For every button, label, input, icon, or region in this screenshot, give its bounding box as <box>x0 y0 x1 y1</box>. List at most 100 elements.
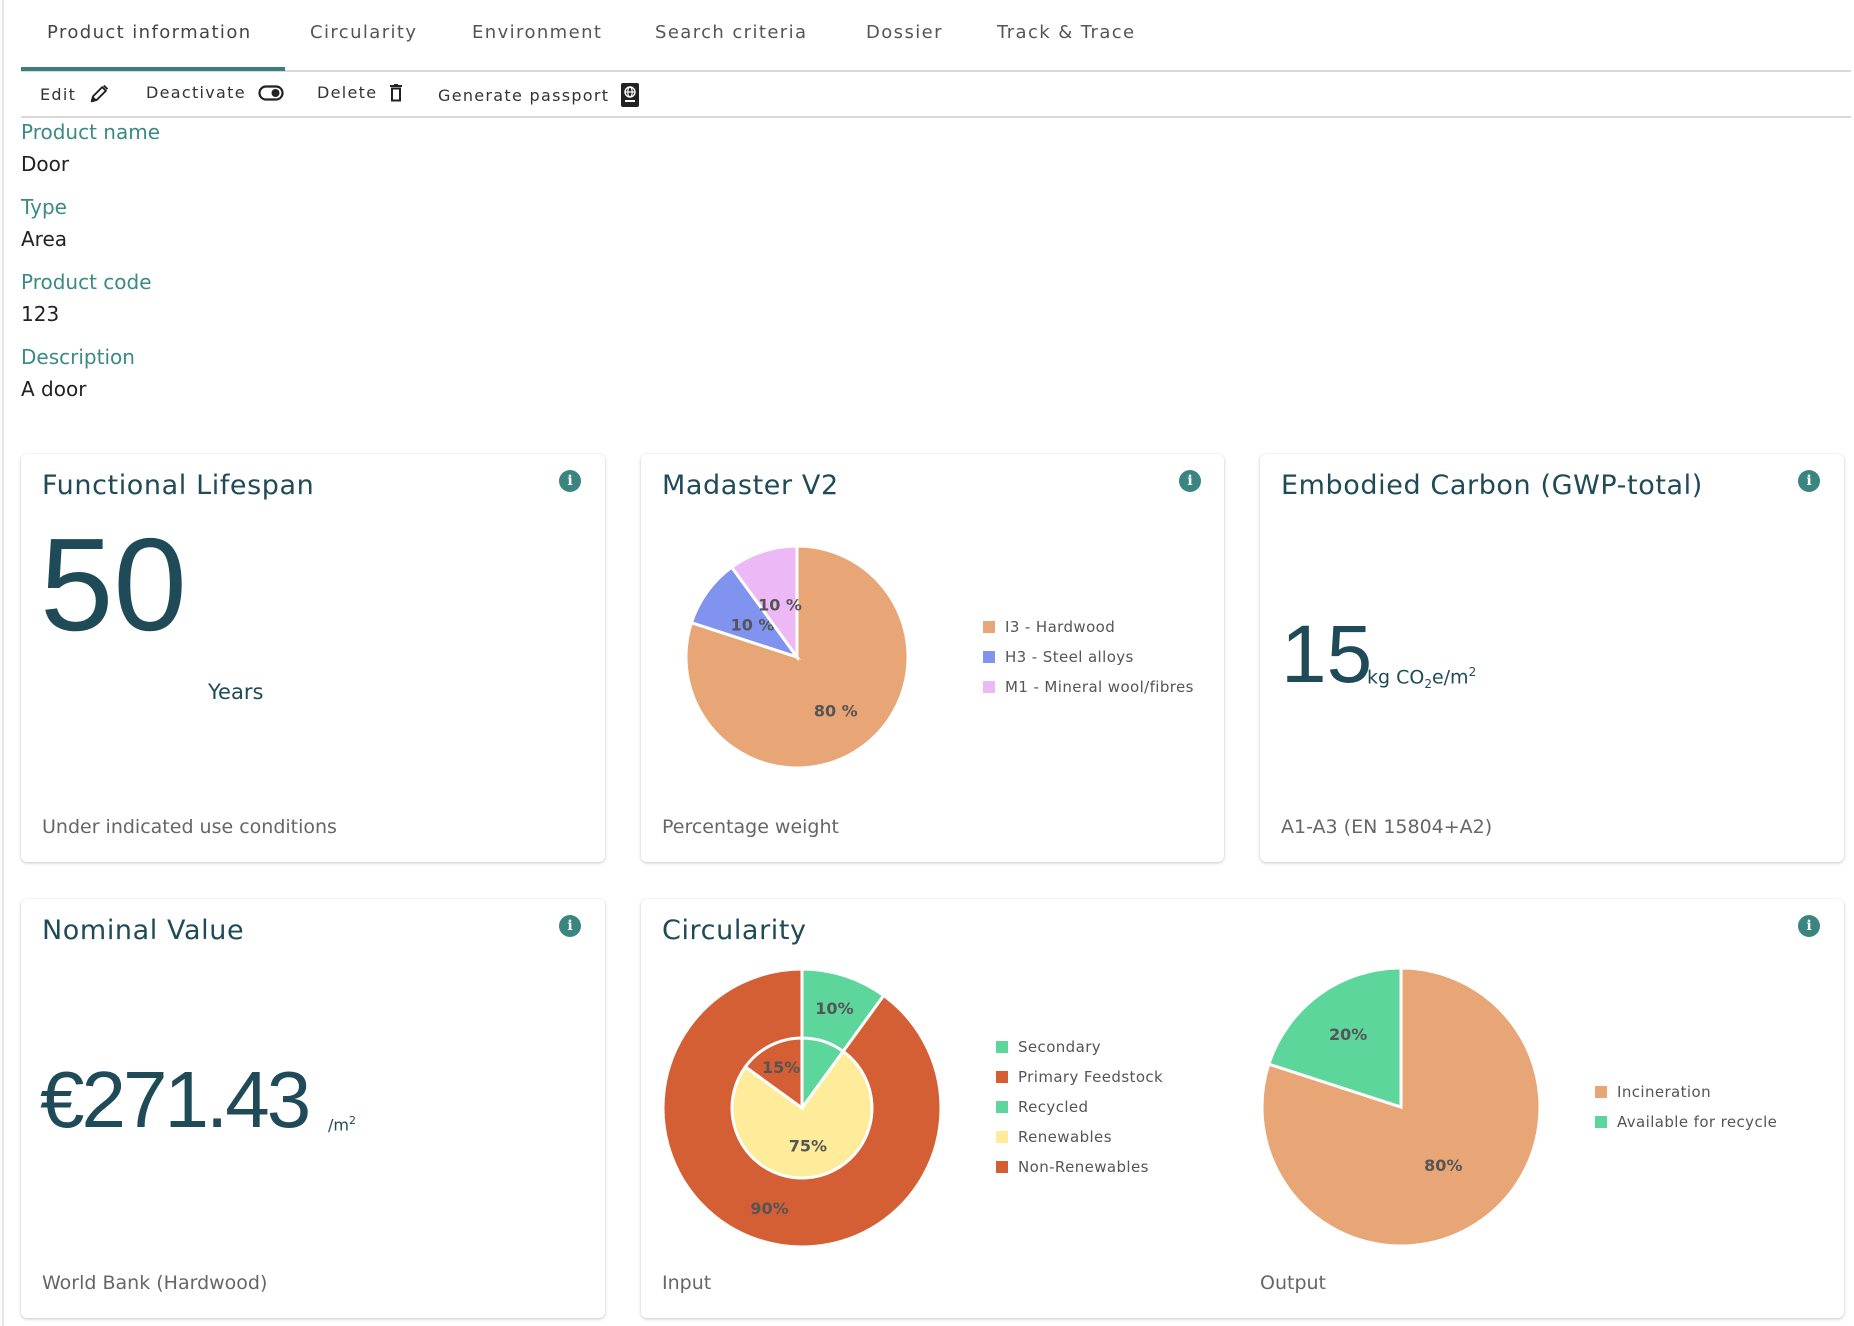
generate-passport-button[interactable]: Generate passport <box>438 83 640 107</box>
card-footer: A1-A3 (EN 15804+A2) <box>1281 816 1493 838</box>
legend-label: M1 - Mineral wool/fibres <box>1005 678 1194 696</box>
tab-environment[interactable]: Environment <box>472 22 602 43</box>
input-footer: Input <box>662 1272 712 1294</box>
input-outer-data-label: 10% <box>815 999 853 1018</box>
card-title: Circularity <box>662 915 807 946</box>
output-footer: Output <box>1260 1272 1326 1294</box>
active-tab-indicator <box>21 67 285 71</box>
legend-item-renewables: Renewables <box>996 1122 1163 1152</box>
legend-item-recycled: Recycled <box>996 1092 1163 1122</box>
product-name-label: Product name <box>21 120 161 144</box>
card-footer: World Bank (Hardwood) <box>42 1272 268 1294</box>
type-value: Area <box>21 227 68 251</box>
input-inner-data-label: 75% <box>789 1137 827 1156</box>
madaster-pie-chart: 80 %10 %10 % <box>684 544 910 770</box>
delete-label: Delete <box>317 83 378 102</box>
deactivate-button[interactable]: Deactivate <box>146 83 284 102</box>
card-footer: Percentage weight <box>662 816 839 838</box>
output-data-label: 20% <box>1329 1025 1367 1044</box>
legend-swatch <box>996 1041 1008 1053</box>
card-title: Madaster V2 <box>662 470 839 501</box>
circularity-card: Circularity i 10% 90% 75% 15% Secondary Pri… <box>641 899 1844 1318</box>
legend-label: Primary Feedstock <box>1018 1068 1164 1086</box>
legend-swatch <box>996 1131 1008 1143</box>
tab-dossier[interactable]: Dossier <box>866 22 943 43</box>
legend-label: Renewables <box>1018 1128 1112 1146</box>
card-footer: Under indicated use conditions <box>42 816 337 838</box>
circularity-input-chart: 10% 90% 75% 15% <box>661 967 943 1249</box>
tab-bar: Product information Circularity Environm… <box>21 0 1851 72</box>
circularity-output-chart: 80% 20% <box>1260 966 1542 1248</box>
passport-icon <box>621 83 640 107</box>
info-icon[interactable]: i <box>1798 915 1820 937</box>
output-data-label: 80% <box>1424 1156 1462 1175</box>
tab-track-trace[interactable]: Track & Trace <box>997 22 1136 43</box>
input-inner-data-label: 15% <box>762 1058 800 1077</box>
tab-search-criteria[interactable]: Search criteria <box>655 22 807 43</box>
legend-swatch <box>983 681 995 693</box>
unit-text: kg CO <box>1367 666 1425 689</box>
lifespan-unit: Years <box>208 680 264 704</box>
carbon-unit: kg CO2e/m2 <box>1367 665 1476 691</box>
carbon-value: 15 <box>1281 609 1373 700</box>
description-value: A door <box>21 377 87 401</box>
delete-button[interactable]: Delete <box>317 83 403 102</box>
legend-label: H3 - Steel alloys <box>1005 648 1134 666</box>
left-border <box>2 0 4 1326</box>
legend-swatch <box>1595 1116 1607 1128</box>
nominal-value-card: Nominal Value i €271.43 /m2 World Bank (… <box>21 899 605 1318</box>
info-icon[interactable]: i <box>1798 470 1820 492</box>
product-code-label: Product code <box>21 270 152 294</box>
input-outer-data-label: 90% <box>750 1199 788 1218</box>
legend-item-available-for-recycle: Available for recycle <box>1595 1107 1777 1137</box>
legend-item-incineration: Incineration <box>1595 1077 1777 1107</box>
legend-swatch <box>983 621 995 633</box>
legend-swatch <box>983 651 995 663</box>
functional-lifespan-card: Functional Lifespan i 50 Years Under ind… <box>21 454 605 862</box>
legend-label: Available for recycle <box>1617 1113 1778 1131</box>
legend-swatch <box>996 1161 1008 1173</box>
pencil-icon <box>88 83 110 105</box>
card-title: Nominal Value <box>42 915 245 946</box>
edit-button[interactable]: Edit <box>40 83 110 105</box>
tab-product-information[interactable]: Product information <box>47 22 252 43</box>
lifespan-value: 50 <box>40 511 187 658</box>
generate-passport-label: Generate passport <box>438 85 610 105</box>
legend-item-secondary: Secondary <box>996 1032 1163 1062</box>
toggle-icon <box>258 84 284 101</box>
legend-label: Non-Renewables <box>1018 1158 1149 1176</box>
legend-swatch <box>996 1101 1008 1113</box>
type-label: Type <box>21 195 67 219</box>
legend-swatch <box>1595 1086 1607 1098</box>
nominal-unit: /m2 <box>328 1114 356 1134</box>
legend-item-mineral-wool: M1 - Mineral wool/fibres <box>983 672 1194 702</box>
unit-text: /m <box>328 1115 349 1135</box>
trash-icon <box>389 83 403 102</box>
unit-sub: 2 <box>1424 677 1432 692</box>
info-icon[interactable]: i <box>1179 470 1201 492</box>
circularity-input-legend: Secondary Primary Feedstock Recycled Ren… <box>996 1032 1163 1182</box>
legend-label: Secondary <box>1018 1038 1102 1056</box>
legend-item-hardwood: I3 - Hardwood <box>983 612 1194 642</box>
legend-item-primary-feedstock: Primary Feedstock <box>996 1062 1163 1092</box>
card-title: Embodied Carbon (GWP-total) <box>1281 470 1703 501</box>
info-icon[interactable]: i <box>559 915 581 937</box>
tab-circularity[interactable]: Circularity <box>310 22 417 43</box>
description-label: Description <box>21 345 135 369</box>
info-icon[interactable]: i <box>559 470 581 492</box>
unit-text: e/m <box>1431 666 1469 689</box>
nominal-value: €271.43 <box>40 1055 311 1144</box>
madaster-data-label: 80 % <box>814 701 858 720</box>
legend-item-steel: H3 - Steel alloys <box>983 642 1194 672</box>
legend-item-non-renewables: Non-Renewables <box>996 1152 1163 1182</box>
circularity-output-legend: Incineration Available for recycle <box>1595 1077 1777 1137</box>
madaster-card: Madaster V2 i 80 % 10 % 10 % I3 - Hardwood… <box>641 454 1224 862</box>
edit-label: Edit <box>40 84 77 104</box>
product-name-value: Door <box>21 152 70 176</box>
legend-label: Incineration <box>1617 1083 1711 1101</box>
unit-sup: 2 <box>348 1114 356 1127</box>
product-code-value: 123 <box>21 302 60 326</box>
action-toolbar: Edit Deactivate Delete Generate passport <box>21 72 1851 118</box>
embodied-carbon-card: Embodied Carbon (GWP-total) i 15 kg CO2e… <box>1260 454 1844 862</box>
madaster-data-label: 10 % <box>758 596 802 615</box>
